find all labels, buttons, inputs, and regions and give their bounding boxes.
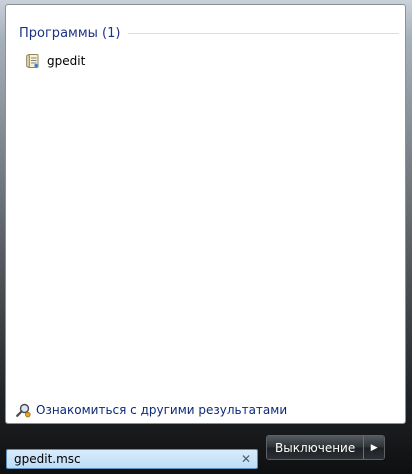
search-results-icon bbox=[15, 402, 31, 418]
group-separator bbox=[128, 32, 399, 34]
shutdown-button[interactable]: Выключение bbox=[267, 436, 365, 459]
chevron-right-icon[interactable]: ▶ bbox=[364, 436, 385, 459]
start-menu: Программы (1) gpedit Ознакомиться с друг… bbox=[0, 0, 412, 474]
see-more-label: Ознакомиться с другими результатами bbox=[36, 403, 288, 417]
results-group-header: Программы (1) bbox=[19, 23, 399, 43]
group-title: Программы (1) bbox=[19, 25, 121, 41]
result-item-gpedit[interactable]: gpedit bbox=[25, 50, 91, 72]
clear-icon[interactable]: ✕ bbox=[237, 450, 255, 468]
see-more-results-link[interactable]: Ознакомиться с другими результатами bbox=[15, 399, 287, 421]
policy-document-icon bbox=[25, 53, 41, 69]
shutdown-button-group: Выключение ▶ bbox=[266, 435, 386, 460]
search-results-panel: Программы (1) gpedit Ознакомиться с друг… bbox=[5, 4, 406, 424]
result-item-label: gpedit bbox=[47, 54, 86, 68]
search-input[interactable] bbox=[7, 450, 237, 468]
search-box[interactable]: ✕ bbox=[6, 449, 258, 469]
